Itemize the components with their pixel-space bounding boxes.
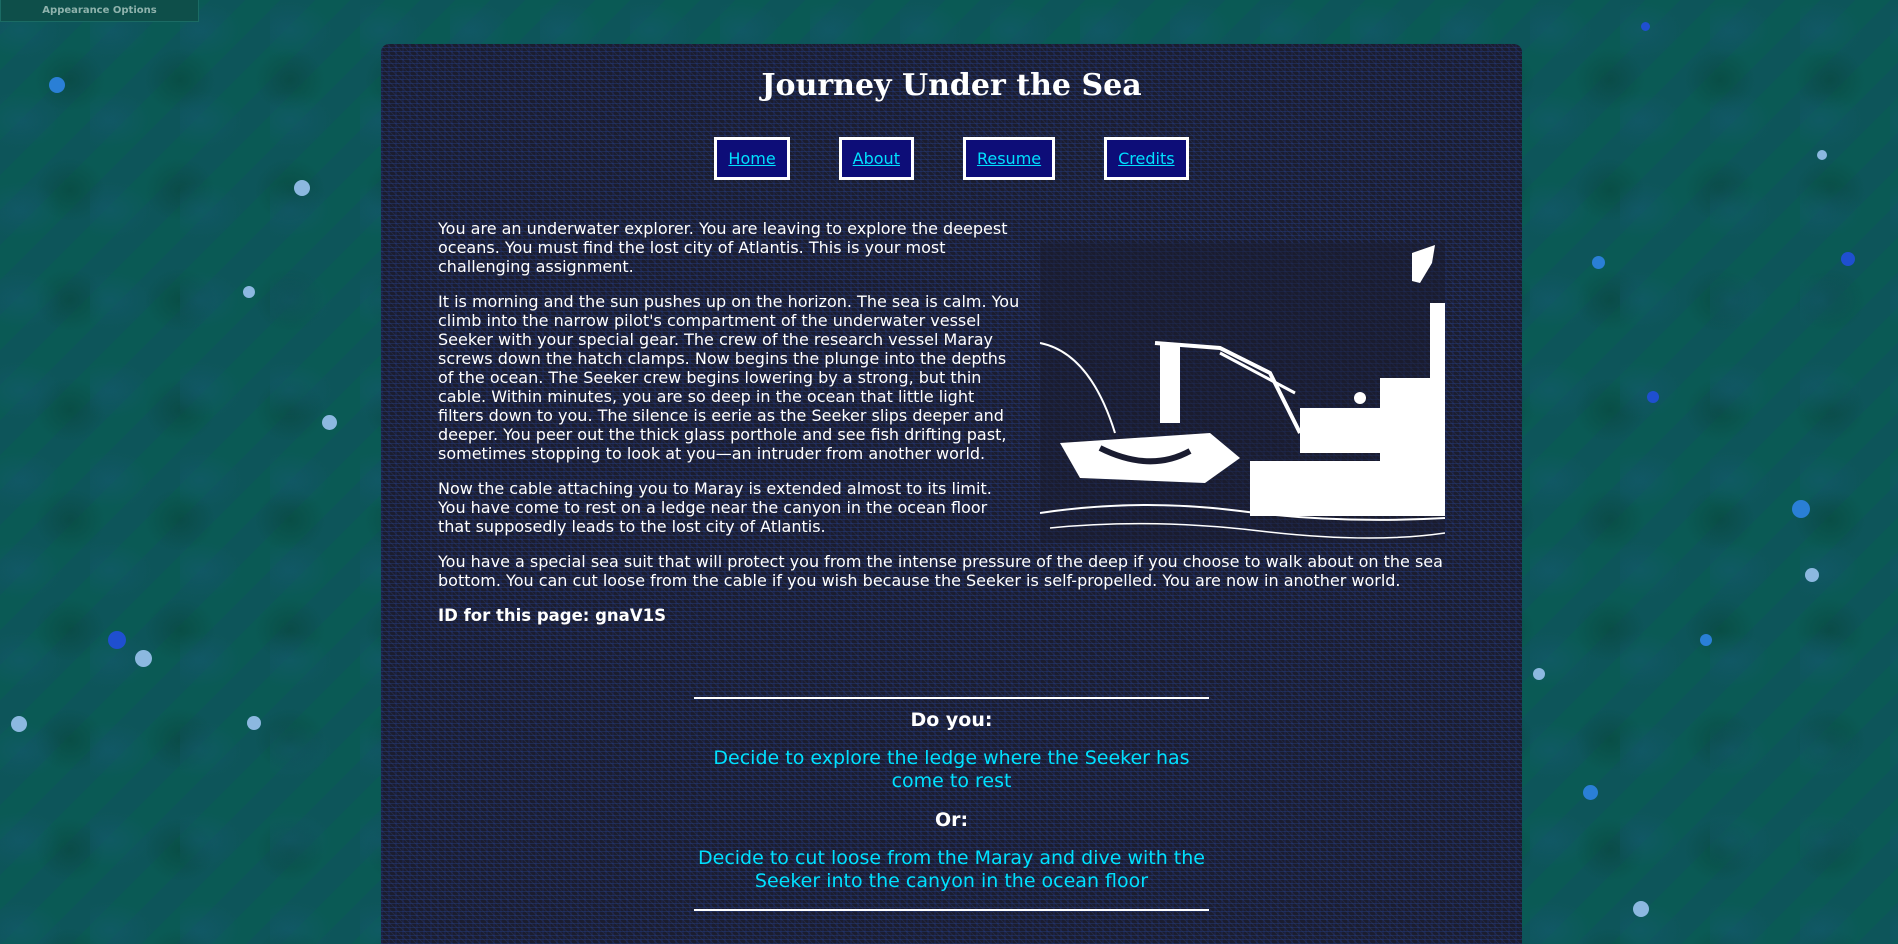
bubble [247,716,261,730]
bubble [294,180,310,196]
nav-bar: Home About Resume Credits [381,137,1522,180]
choices-section: Do you: Decide to explore the ledge wher… [694,697,1209,911]
divider [694,909,1209,911]
bubble [1817,150,1827,160]
bubble [135,650,152,667]
bubble [108,631,126,649]
bubble [11,716,27,732]
choice-cut-loose-link[interactable]: Decide to cut loose from the Maray and d… [694,847,1209,893]
story-paragraph: You are an underwater explorer. You are … [438,219,1008,276]
choice-prompt: Do you: [910,709,993,731]
nav-resume-link[interactable]: Resume [962,137,1056,180]
nav-home-link[interactable]: Home [714,137,790,180]
appearance-options-button[interactable]: Appearance Options [0,0,199,22]
bubble [1841,252,1855,266]
bubble [322,415,337,430]
bubble [1533,668,1545,680]
page-id: ID for this page: gnaV1S [438,606,666,625]
story-paragraph: It is morning and the sun pushes up on t… [438,292,1020,463]
bubble [1592,256,1605,269]
story-paragraph: You have a special sea suit that will pr… [438,552,1443,590]
choice-explore-ledge-link[interactable]: Decide to explore the ledge where the Se… [694,747,1209,793]
story-paragraph: Now the cable attaching you to Maray is … [438,479,992,536]
bubble [1647,391,1659,403]
nav-credits-link[interactable]: Credits [1104,137,1189,180]
bubble [1583,785,1598,800]
bubble [1633,901,1649,917]
story-text: You are an underwater explorer. You are … [438,219,1483,641]
bubble [1700,634,1712,646]
choice-or-label: Or: [934,809,969,831]
nav-about-link[interactable]: About [838,137,914,180]
bubble [1792,500,1810,518]
page-title: Journey Under the Sea [761,68,1142,103]
bubble [243,286,255,298]
bubble [1641,22,1650,31]
content-panel: Journey Under the Sea Home About Resume … [381,44,1522,944]
bubble [49,77,65,93]
bubble [1805,568,1819,582]
